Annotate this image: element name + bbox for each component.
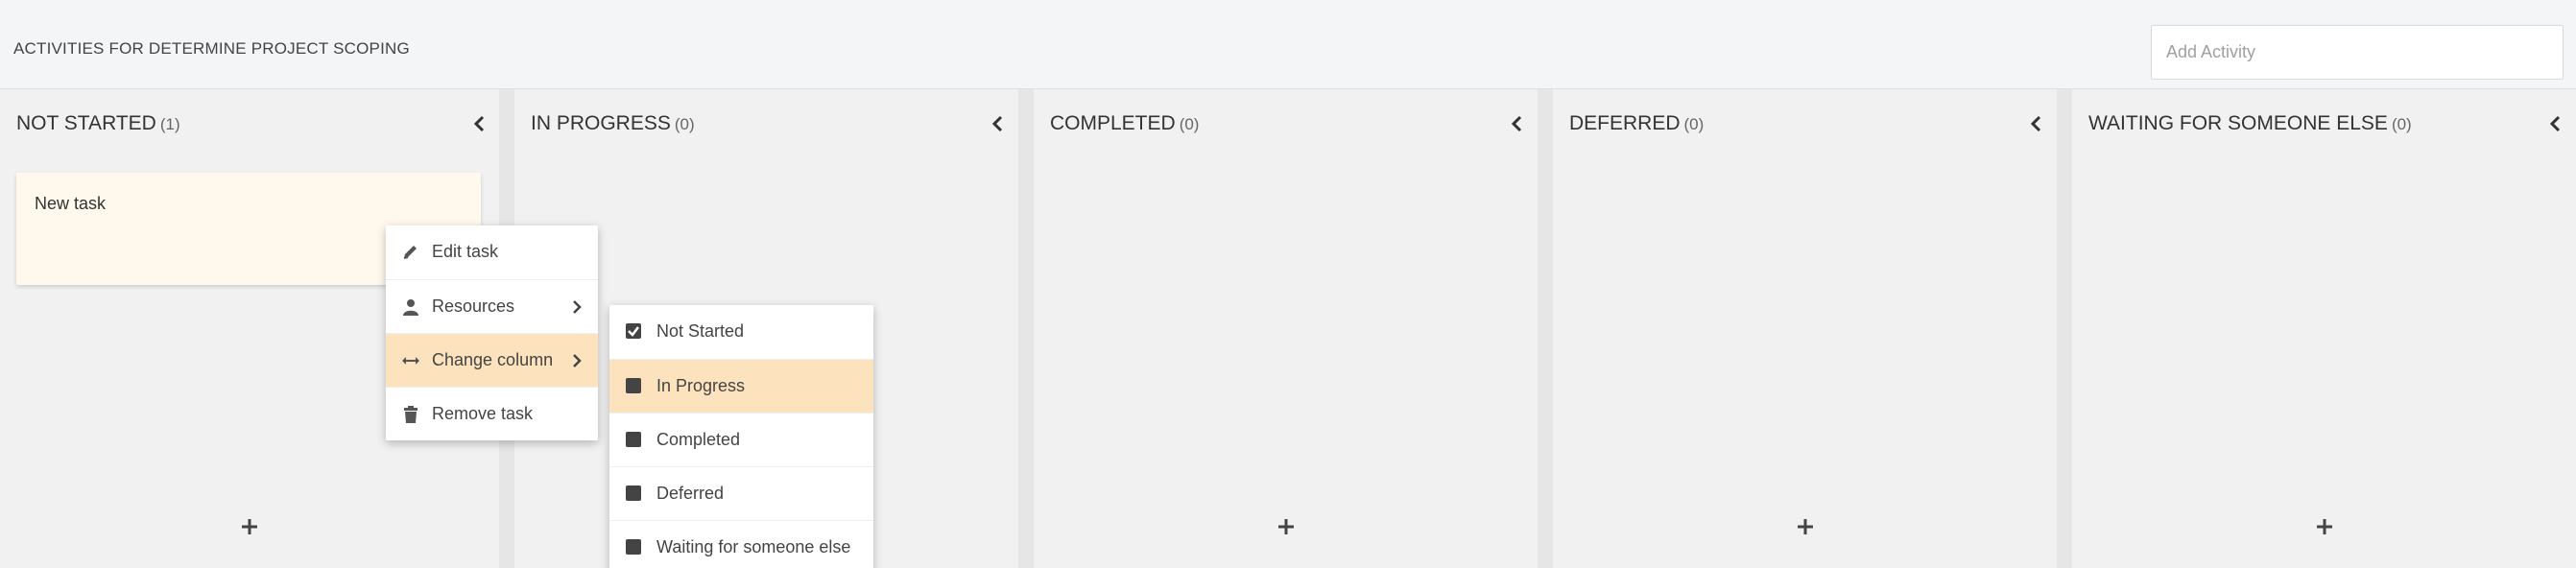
submenu-item-label: In Progress (656, 376, 746, 395)
submenu-item-not-started[interactable]: Not Started (609, 305, 873, 359)
column-header: DEFERRED (0) (1569, 112, 1704, 135)
collapse-chevron-icon[interactable] (2025, 112, 2048, 135)
checkbox-unchecked-icon (626, 539, 641, 555)
collapse-chevron-icon[interactable] (1506, 112, 1529, 135)
user-icon (403, 299, 418, 316)
column-count: (1) (159, 115, 180, 133)
top-bar: ACTIVITIES FOR DETERMINE PROJECT SCOPING (0, 0, 2576, 89)
page-title: ACTIVITIES FOR DETERMINE PROJECT SCOPING (13, 39, 410, 58)
column-header: COMPLETED (0) (1050, 112, 1199, 135)
chevron-right-icon (573, 300, 582, 314)
submenu-item-label: Completed (656, 430, 741, 449)
checkbox-unchecked-icon (626, 432, 641, 447)
column-count: (0) (1683, 115, 1705, 133)
checkbox-unchecked-icon (626, 378, 641, 393)
submenu-item-completed[interactable]: Completed (609, 413, 873, 466)
collapse-chevron-icon[interactable] (987, 112, 1010, 135)
pencil-icon (403, 246, 417, 259)
task-context-menu: Edit task Resources Change column Remove… (386, 225, 598, 440)
column-count: (0) (674, 115, 695, 133)
column-count: (0) (1179, 115, 1200, 133)
task-title: New task (35, 194, 107, 213)
add-activity-input[interactable] (2151, 25, 2564, 80)
trash-icon (404, 406, 417, 423)
column-title: IN PROGRESS (531, 112, 671, 134)
submenu-item-label: Not Started (656, 321, 745, 341)
column-deferred: DEFERRED (0) (1553, 89, 2057, 568)
column-title: NOT STARTED (16, 112, 156, 134)
resources-menu-item[interactable]: Resources (386, 279, 598, 333)
menu-item-label: Remove task (432, 404, 534, 423)
column-header: NOT STARTED (1) (16, 112, 180, 135)
change-column-menu-item[interactable]: Change column (386, 333, 598, 387)
collapse-chevron-icon[interactable] (2544, 112, 2567, 135)
add-task-plus-icon[interactable] (237, 514, 262, 539)
remove-task-menu-item[interactable]: Remove task (386, 387, 598, 440)
column-title: DEFERRED (1569, 112, 1681, 134)
menu-item-label: Edit task (432, 242, 499, 261)
menu-item-label: Change column (432, 350, 554, 369)
column-divider (1538, 89, 1553, 568)
add-task-plus-icon[interactable] (1793, 514, 1818, 539)
column-completed: COMPLETED (0) (1034, 89, 1538, 568)
column-waiting: WAITING FOR SOMEONE ELSE (0) (2072, 89, 2576, 568)
column-count: (0) (2391, 115, 2412, 133)
submenu-item-waiting[interactable]: Waiting for someone else (609, 520, 873, 568)
edit-task-menu-item[interactable]: Edit task (386, 225, 598, 279)
chevron-right-icon (573, 354, 582, 367)
column-divider (1018, 89, 1034, 568)
submenu-item-deferred[interactable]: Deferred (609, 466, 873, 520)
arrows-horizontal-icon (402, 357, 419, 365)
submenu-item-label: Waiting for someone else (656, 537, 851, 556)
change-column-submenu: Not Started In Progress Completed Deferr… (609, 305, 873, 568)
column-title: WAITING FOR SOMEONE ELSE (2088, 112, 2388, 134)
add-task-plus-icon[interactable] (2312, 514, 2337, 539)
column-divider (2057, 89, 2072, 568)
column-header: WAITING FOR SOMEONE ELSE (0) (2088, 112, 2412, 135)
column-header: IN PROGRESS (0) (531, 112, 695, 135)
column-title: COMPLETED (1050, 112, 1176, 134)
add-task-plus-icon[interactable] (1274, 514, 1299, 539)
checkbox-checked-icon (626, 323, 641, 339)
checkbox-unchecked-icon (626, 485, 641, 501)
collapse-chevron-icon[interactable] (468, 112, 491, 135)
submenu-item-in-progress[interactable]: In Progress (609, 359, 873, 413)
submenu-item-label: Deferred (656, 484, 725, 503)
menu-item-label: Resources (432, 296, 515, 316)
